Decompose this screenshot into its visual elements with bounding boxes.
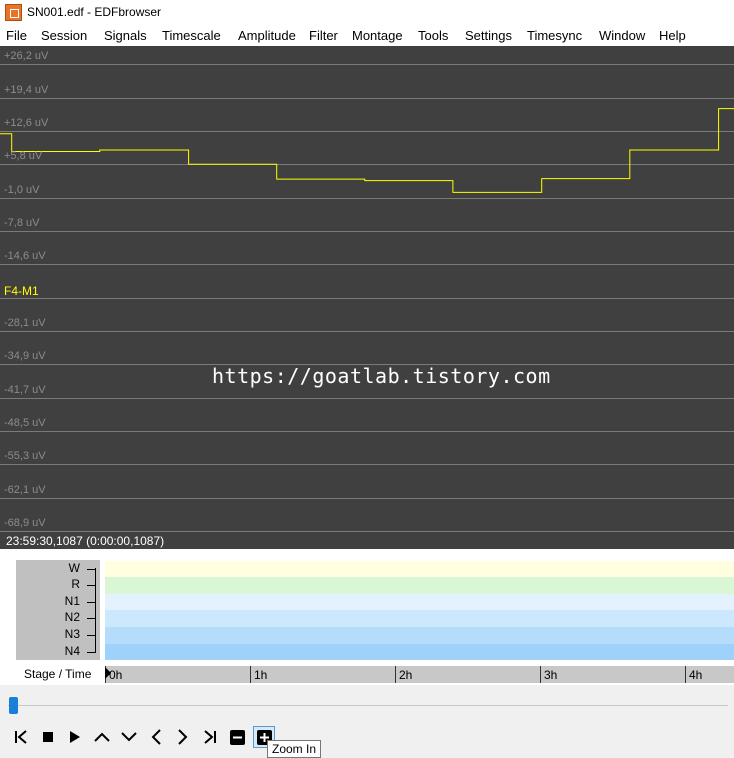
time-tick bbox=[540, 666, 541, 683]
amplitude-label: -28,1 uV bbox=[4, 317, 46, 329]
menu-file[interactable]: File bbox=[6, 28, 27, 43]
amplitude-label: +26,2 uV bbox=[4, 50, 49, 62]
time-label-3h: 3h bbox=[544, 668, 558, 682]
time-tick bbox=[250, 666, 251, 683]
signal-trace bbox=[0, 108, 734, 193]
signal-plot[interactable]: +26,2 uV +19,4 uV +12,6 uV +5,8 uV -1,0 uV -7… bbox=[0, 46, 734, 533]
time-tick bbox=[685, 666, 686, 683]
zoom-out-button[interactable] bbox=[226, 726, 248, 748]
chevron-right-icon bbox=[177, 729, 189, 745]
stage-label-n1: N1 bbox=[64, 594, 80, 608]
amplitude-label: +5,8 uV bbox=[4, 150, 43, 162]
amplitude-label: +19,4 uV bbox=[4, 84, 49, 96]
stage-label-n2: N2 bbox=[64, 610, 80, 624]
signal-trace-canvas bbox=[0, 108, 734, 193]
minus-icon bbox=[229, 729, 245, 745]
menu-signals[interactable]: Signals bbox=[104, 28, 147, 43]
menu-montage[interactable]: Montage bbox=[352, 28, 403, 43]
skip-start-icon bbox=[14, 730, 28, 744]
go-to-end-button[interactable] bbox=[199, 726, 221, 748]
navigation-toolbar bbox=[0, 722, 734, 752]
chevron-up-icon bbox=[94, 731, 110, 743]
menu-help[interactable]: Help bbox=[659, 28, 686, 43]
hypnogram-panel: W R N1 N2 N3 N4 0h 1h 2h 3h 4h Stage / Time bbox=[0, 549, 734, 685]
time-label-0h: 0h bbox=[109, 668, 123, 682]
stage-band-n1 bbox=[105, 594, 734, 610]
menu-settings[interactable]: Settings bbox=[465, 28, 512, 43]
menu-bar: File Session Signals Timescale Amplitude Filt… bbox=[0, 26, 734, 46]
amplitude-label: -41,7 uV bbox=[4, 384, 46, 396]
menu-window[interactable]: Window bbox=[599, 28, 645, 43]
cursor-time-readout: 23:59:30,1087 (0:00:00,1087) bbox=[6, 534, 165, 548]
stage-band-n3 bbox=[105, 627, 734, 644]
time-label-4h: 4h bbox=[689, 668, 703, 682]
menu-timesync[interactable]: Timesync bbox=[527, 28, 582, 43]
page-up-button[interactable] bbox=[91, 726, 113, 748]
zoom-in-tooltip: Zoom In bbox=[267, 740, 322, 758]
amplitude-label: -68,9 uV bbox=[4, 517, 46, 529]
play-button[interactable] bbox=[64, 726, 86, 748]
stage-label-r: R bbox=[71, 577, 80, 591]
watermark-text: https://goatlab.tistory.com bbox=[212, 364, 551, 388]
stage-axis-line bbox=[95, 568, 96, 652]
amplitude-label: -34,9 uV bbox=[4, 350, 46, 362]
amplitude-label: -62,1 uV bbox=[4, 484, 46, 496]
stage-time-caption: Stage / Time bbox=[24, 667, 92, 681]
page-down-button[interactable] bbox=[118, 726, 140, 748]
chevron-left-icon bbox=[150, 729, 162, 745]
skip-end-icon bbox=[203, 730, 217, 744]
stage-label-n4: N4 bbox=[64, 644, 80, 658]
time-label-1h: 1h bbox=[254, 668, 268, 682]
stage-band-r bbox=[105, 577, 734, 594]
amplitude-label: -55,3 uV bbox=[4, 450, 46, 462]
menu-filter[interactable]: Filter bbox=[309, 28, 338, 43]
window-title: SN001.edf - EDFbrowser bbox=[27, 5, 162, 19]
amplitude-label: -1,0 uV bbox=[4, 184, 40, 196]
stage-label-n3: N3 bbox=[64, 627, 80, 641]
stage-label-w: W bbox=[68, 561, 80, 575]
signal-name-label[interactable]: F4-M1 bbox=[4, 284, 39, 298]
scrollbar-handle[interactable] bbox=[9, 697, 18, 714]
menu-session[interactable]: Session bbox=[41, 28, 87, 43]
menu-amplitude[interactable]: Amplitude bbox=[238, 28, 296, 43]
stage-band-n4 bbox=[105, 644, 734, 660]
play-icon bbox=[69, 730, 81, 744]
next-page-button[interactable] bbox=[172, 726, 194, 748]
menu-tools[interactable]: Tools bbox=[418, 28, 448, 43]
stage-tick bbox=[87, 652, 96, 653]
stage-band-w bbox=[105, 561, 734, 577]
time-tick bbox=[395, 666, 396, 683]
amplitude-label: -7,8 uV bbox=[4, 217, 40, 229]
stop-button[interactable] bbox=[37, 726, 59, 748]
edfbrowser-app-icon bbox=[5, 4, 22, 21]
amplitude-label: -48,5 uV bbox=[4, 417, 46, 429]
scrollbar-track[interactable] bbox=[8, 705, 728, 706]
stage-band-n2 bbox=[105, 610, 734, 627]
title-bar: SN001.edf - EDFbrowser bbox=[0, 0, 734, 26]
stage-axis: W R N1 N2 N3 N4 bbox=[16, 560, 100, 660]
time-scrollbar[interactable] bbox=[0, 693, 734, 717]
go-to-start-button[interactable] bbox=[10, 726, 32, 748]
time-axis: 0h 1h 2h 3h 4h bbox=[105, 666, 734, 683]
amplitude-label: +12,6 uV bbox=[4, 117, 49, 129]
status-bar: 23:59:30,1087 (0:00:00,1087) bbox=[0, 533, 734, 549]
time-label-2h: 2h bbox=[399, 668, 413, 682]
amplitude-label: -14,6 uV bbox=[4, 250, 46, 262]
time-cursor-marker[interactable] bbox=[105, 667, 111, 679]
chevron-down-icon bbox=[121, 731, 137, 743]
previous-page-button[interactable] bbox=[145, 726, 167, 748]
stop-icon bbox=[42, 731, 54, 743]
menu-timescale[interactable]: Timescale bbox=[162, 28, 221, 43]
